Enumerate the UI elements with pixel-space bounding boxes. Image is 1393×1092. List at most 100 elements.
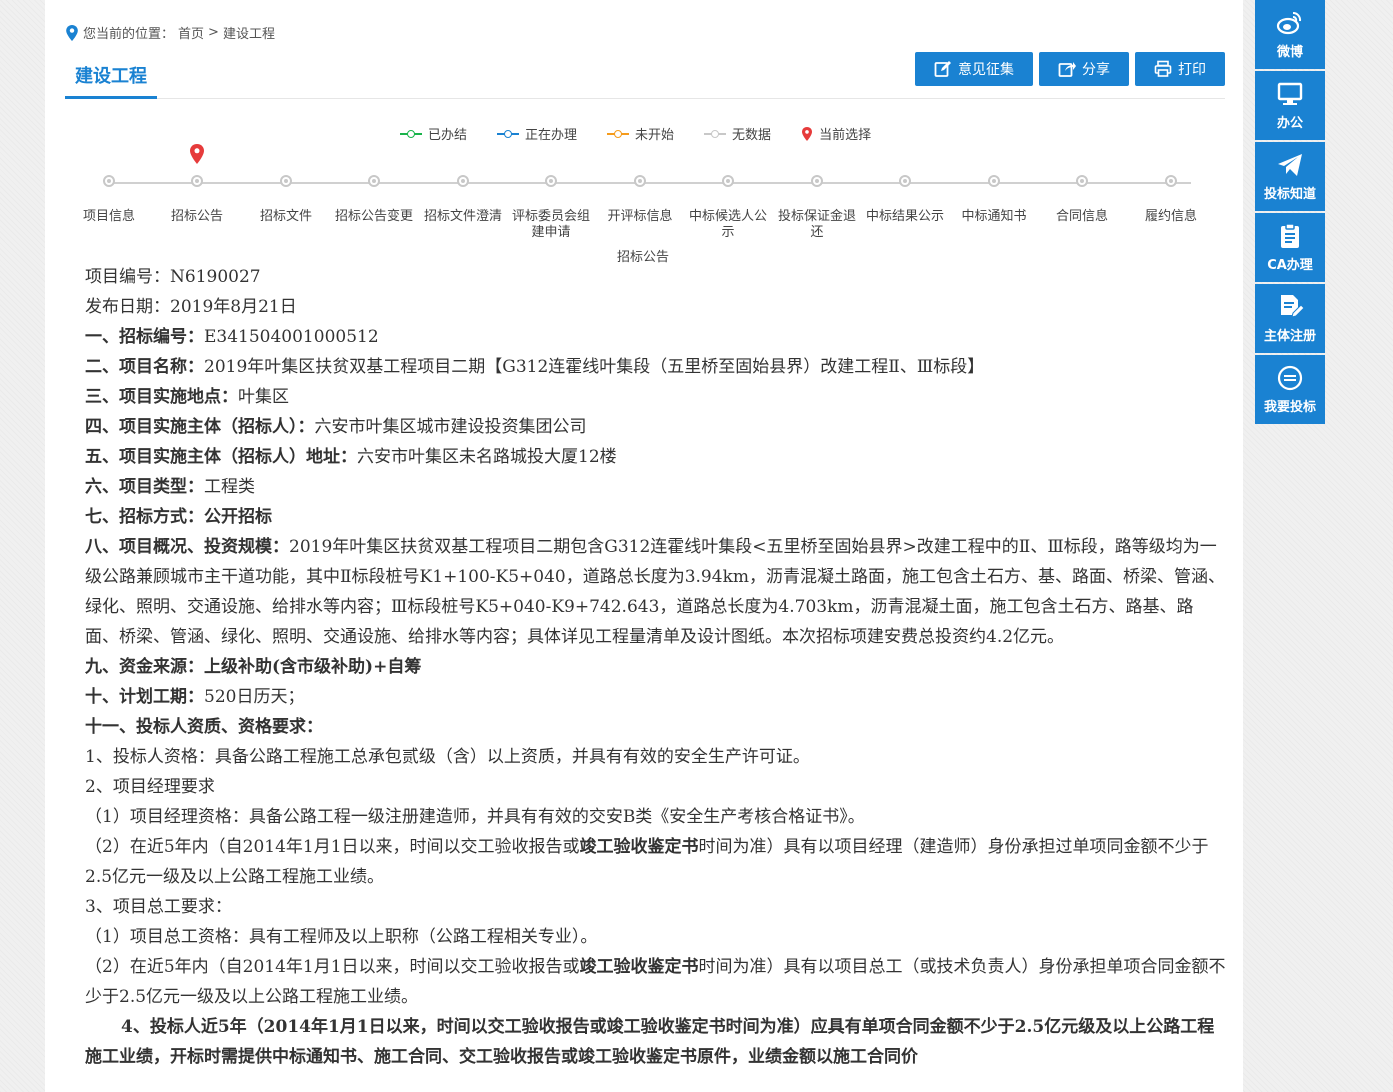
legend-label: 未开始	[635, 128, 675, 143]
step-label: 招标文件	[259, 209, 312, 224]
qualification-item: 4、投标人近5年（2014年1月1日以来，时间以交工验收报告或竣工验收鉴定书时间…	[85, 1017, 1215, 1067]
title-bar: 建设工程 意见征集 分享 打印	[65, 52, 1225, 99]
monitor-icon	[1277, 82, 1303, 105]
share-icon	[1058, 62, 1076, 77]
step-label: 中标候选人公示	[688, 209, 767, 240]
step-dot	[634, 175, 646, 187]
timeline-step-deposit-return[interactable]: 投标保证金退还	[777, 170, 857, 241]
weibo-icon	[1276, 11, 1302, 35]
sidebar-label: 办公	[1276, 116, 1303, 131]
legend-line-icon	[607, 129, 630, 139]
sidebar-label: 主体注册	[1263, 329, 1316, 344]
timeline-step-project-info[interactable]: 项目信息	[69, 170, 149, 225]
field-value: 六安市叶集区未名路城投大厦12楼	[357, 447, 617, 467]
opinion-button[interactable]: 意见征集	[915, 52, 1033, 86]
legend-label: 无数据	[732, 128, 772, 143]
legend-label: 当前选择	[819, 128, 872, 143]
sidebar-label: CA办理	[1267, 258, 1313, 273]
step-label: 招标公告变更	[334, 209, 413, 224]
text-part-bold: 竣工验收鉴定书	[579, 957, 699, 977]
timeline-step-contract[interactable]: 合同信息	[1042, 170, 1122, 225]
breadcrumb-prefix: 您当前的位置：	[83, 27, 175, 42]
timeline-step-bid-opening[interactable]: 开评标信息	[600, 170, 680, 225]
timeline-step-award-notice[interactable]: 中标通知书	[954, 170, 1034, 225]
current-selection-pin-icon	[190, 144, 204, 164]
sidebar-item-office[interactable]: 办公	[1255, 71, 1325, 140]
share-button[interactable]: 分享	[1039, 52, 1129, 86]
step-dot	[368, 175, 380, 187]
field-key: 九、资金来源：上级补助(含市级补助)+自筹	[85, 657, 422, 677]
timeline-step-tender-notice[interactable]: 招标公告	[157, 144, 237, 225]
breadcrumb-separator: >	[208, 25, 219, 40]
field-value: 2019年叶集区扶贫双基工程项目二期【G312连霍线叶集段（五里桥至固始县界）改…	[204, 357, 985, 377]
breadcrumb-home[interactable]: 首页	[178, 23, 204, 42]
field-key: 三、项目实施地点：	[85, 387, 238, 407]
step-dot	[457, 175, 469, 187]
qualification-item: （1）项目总工资格：具有工程师及以上职称（公路工程相关专业）。	[85, 927, 598, 947]
bid-circle-icon	[1277, 365, 1303, 391]
printer-icon	[1154, 60, 1172, 77]
timeline-step-performance[interactable]: 履约信息	[1131, 170, 1211, 225]
timeline-step-candidates[interactable]: 中标候选人公示	[688, 170, 768, 241]
step-label: 招标公告	[170, 209, 223, 224]
qualification-item: 1、投标人资格：具备公路工程施工总承包贰级（含）以上资质，并具有有效的安全生产许…	[85, 747, 810, 767]
sidebar-item-ca[interactable]: CA办理	[1255, 213, 1325, 282]
location-pin-icon	[66, 24, 78, 41]
field-key: 八、项目概况、投资规模：	[85, 537, 289, 557]
legend-label: 正在办理	[525, 128, 578, 143]
tender-method: 七、招标方式：公开招标	[85, 502, 1227, 532]
step-dot	[280, 175, 292, 187]
step-label: 开评标信息	[607, 209, 673, 224]
sidebar-item-bid-knowledge[interactable]: 投标知道	[1255, 142, 1325, 211]
print-button[interactable]: 打印	[1135, 52, 1225, 86]
action-buttons: 意见征集 分享 打印	[915, 52, 1225, 86]
step-dot	[545, 175, 557, 187]
step-dot	[103, 175, 115, 187]
field-key: 一、招标编号：	[85, 327, 204, 347]
breadcrumb-current[interactable]: 建设工程	[223, 23, 275, 42]
legend-completed: 已办结	[400, 124, 467, 143]
field-key: 十、计划工期：	[85, 687, 204, 707]
field-value: 520日历天；	[204, 687, 305, 707]
timeline-step-tender-docs[interactable]: 招标文件	[246, 170, 326, 225]
sidebar-item-bid[interactable]: 我要投标	[1255, 355, 1325, 424]
qualification-item: 2、项目经理要求	[85, 777, 215, 797]
timeline-step-result[interactable]: 中标结果公示	[865, 170, 945, 225]
content-panel: 您当前的位置： 首页 > 建设工程 建设工程 意见征集 分享 打印 已办结 正在…	[45, 0, 1243, 1092]
field-key: 二、项目名称：	[85, 357, 204, 377]
field-value: 工程类	[204, 477, 255, 497]
step-label: 项目信息	[82, 209, 135, 224]
edit-icon	[934, 61, 951, 77]
project-number: 项目编号：N6190027	[85, 267, 261, 287]
legend-not-started: 未开始	[607, 124, 674, 143]
sidebar-item-registration[interactable]: 主体注册	[1255, 284, 1325, 353]
qualification-item: （2）在近5年内（自2014年1月1日以来，时间以交工验收报告或竣工验收鉴定书时…	[85, 952, 1227, 1012]
step-dot	[1165, 175, 1177, 187]
paper-plane-icon	[1278, 154, 1302, 176]
step-dot	[722, 175, 734, 187]
legend-line-icon	[400, 129, 422, 139]
step-label: 合同信息	[1055, 209, 1108, 224]
funding-source: 九、资金来源：上级补助(含市级补助)+自筹	[85, 652, 1227, 682]
timeline-step-notice-change[interactable]: 招标公告变更	[334, 170, 414, 225]
project-type: 六、项目类型：工程类	[85, 472, 1227, 502]
field-value: 叶集区	[238, 387, 289, 407]
field-key: 十一、投标人资质、资格要求：	[85, 717, 323, 737]
timeline-step-committee[interactable]: 评标委员会组建申请	[511, 170, 591, 241]
step-label: 评标委员会组建申请	[511, 209, 590, 240]
qualification-item: 3、项目总工要求：	[85, 897, 232, 917]
qualification-item: （1）项目经理资格：具备公路工程一级注册建造师，并具有有效的交安B类《安全生产考…	[85, 807, 865, 827]
edit-document-icon	[1281, 295, 1304, 318]
tender-number: 一、招标编号：E341504001000512	[85, 322, 1227, 352]
breadcrumb: 您当前的位置： 首页 > 建设工程	[65, 23, 279, 42]
sidebar-item-weibo[interactable]: 微博	[1255, 0, 1325, 69]
project-name: 二、项目名称：2019年叶集区扶贫双基工程项目二期【G312连霍线叶集段（五里桥…	[85, 352, 1227, 382]
right-sidebar: 微博 办公 投标知道 CA办理 主体注册 我要投标	[1255, 0, 1325, 426]
step-dot	[811, 175, 823, 187]
tenderer-address: 五、项目实施主体（招标人）地址：六安市叶集区未名路城投大厦12楼	[85, 442, 1227, 472]
tenderer: 四、项目实施主体（招标人）：六安市叶集区城市建设投资集团公司	[85, 412, 1227, 442]
timeline-step-docs-clarification[interactable]: 招标文件澄清	[423, 170, 503, 225]
publish-date: 发布日期：2019年8月21日	[85, 297, 297, 317]
legend-current: 当前选择	[801, 124, 871, 143]
opinion-button-label: 意见征集	[958, 62, 1014, 78]
